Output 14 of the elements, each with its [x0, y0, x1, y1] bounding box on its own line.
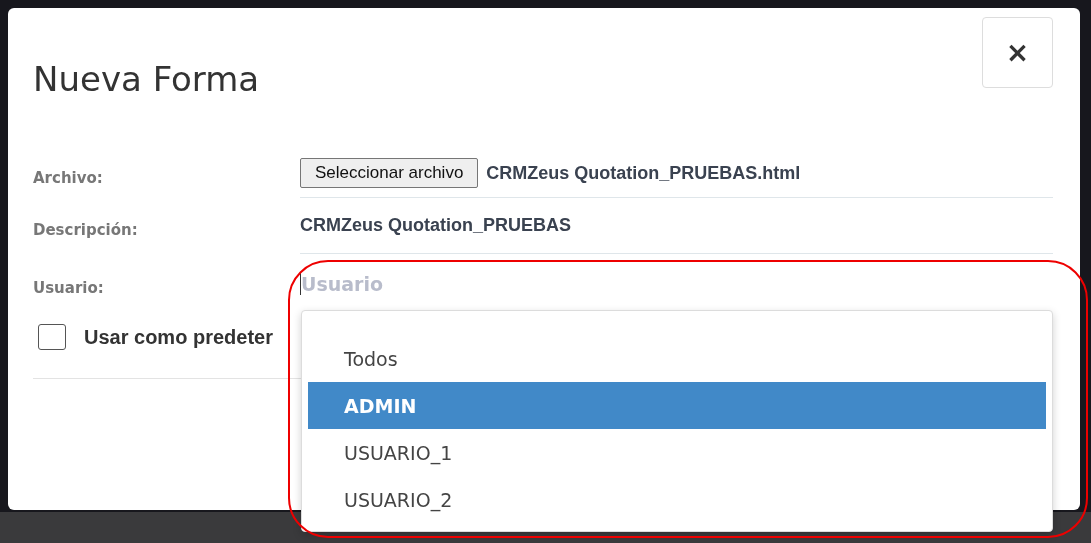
checkbox[interactable] [38, 324, 66, 350]
choose-file-button[interactable]: Seleccionar archivo [300, 158, 479, 188]
field-label: Archivo: [33, 167, 104, 189]
description-value: CRMZeus Quotation_PRUEBAS [300, 215, 571, 236]
field-label: Descripción: [33, 220, 139, 241]
dropdown-option[interactable]: USUARIO_2 [308, 476, 1046, 523]
dropdown-option[interactable]: USUARIO_1 [308, 429, 1046, 476]
file-name: CRMZeus Quotation_PRUEBAS.html [486, 162, 801, 184]
close-button[interactable]: × [982, 17, 1053, 88]
field-label: Usuario: [33, 278, 105, 299]
dropdown-option[interactable]: ADMIN [308, 382, 1046, 429]
checkbox-label: Usar como predeter [84, 325, 273, 349]
dropdown-option[interactable]: Todos [308, 335, 1046, 382]
dialog-title: Nueva Forma [33, 59, 260, 99]
